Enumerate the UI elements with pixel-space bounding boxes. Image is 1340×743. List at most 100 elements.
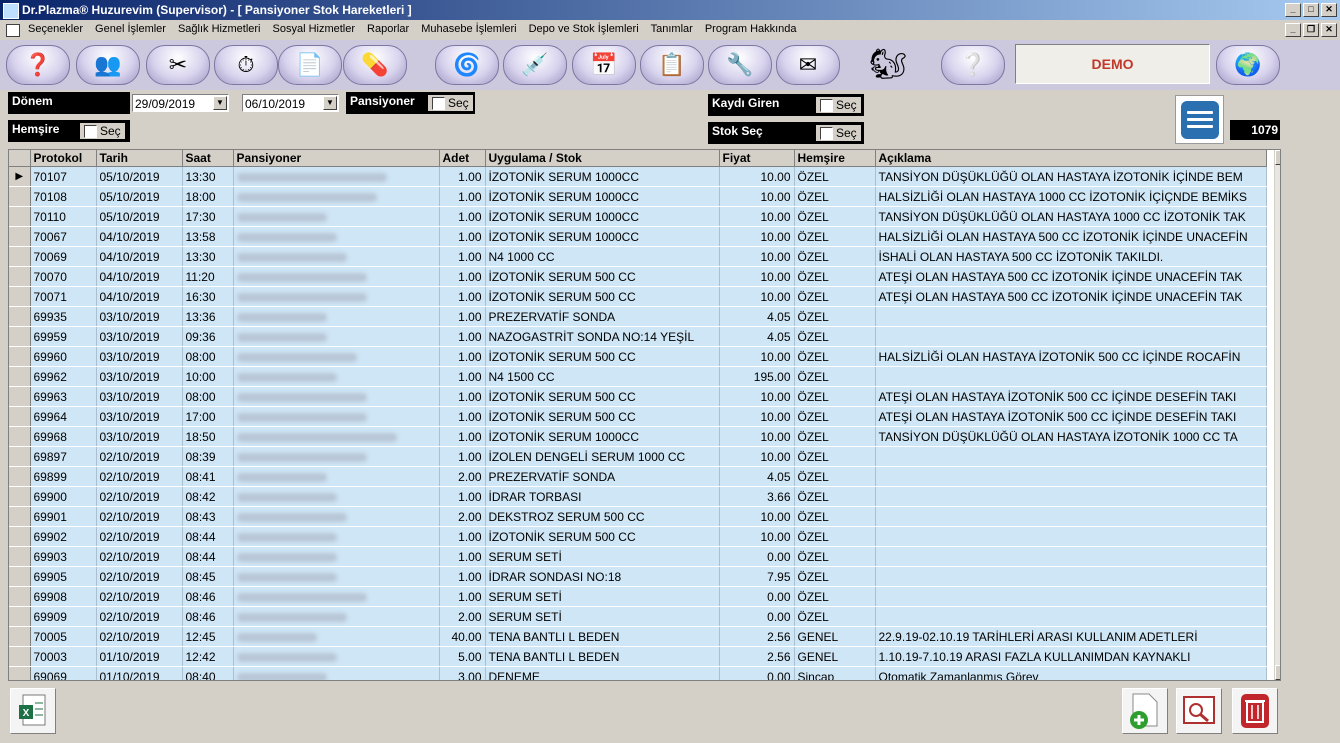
table-row[interactable]: 69909 02/10/2019 08:46 2.00 SERUM SETİ 0.00 ÖZ…: [9, 606, 1267, 627]
cell-adet[interactable]: 1.00: [439, 206, 486, 227]
cell-pansiyoner[interactable]: [233, 646, 440, 667]
header-saat[interactable]: Saat: [182, 150, 234, 167]
pills-icon[interactable]: 💊: [343, 45, 407, 85]
row-indicator[interactable]: [9, 586, 31, 607]
cell-protokol[interactable]: 69960: [30, 346, 97, 367]
cell-tarih[interactable]: 05/10/2019: [96, 186, 183, 207]
cell-hemsire[interactable]: ÖZEL: [794, 386, 876, 407]
cell-pansiyoner[interactable]: [233, 506, 440, 527]
row-indicator[interactable]: [9, 186, 31, 207]
row-indicator[interactable]: [9, 566, 31, 587]
cell-adet[interactable]: 1.00: [439, 266, 486, 287]
cell-adet[interactable]: 1.00: [439, 226, 486, 247]
row-indicator[interactable]: [9, 626, 31, 647]
cell-hemsire[interactable]: ÖZEL: [794, 246, 876, 267]
cell-hemsire[interactable]: ÖZEL: [794, 306, 876, 327]
row-indicator[interactable]: [9, 346, 31, 367]
cell-hemsire[interactable]: ÖZEL: [794, 546, 876, 567]
cell-fiyat[interactable]: 10.00: [719, 426, 795, 447]
cell-protokol[interactable]: 69902: [30, 526, 97, 547]
table-row[interactable]: 70070 04/10/2019 11:20 1.00 İZOTONİK SERUM 5…: [9, 266, 1267, 287]
cell-tarih[interactable]: 04/10/2019: [96, 266, 183, 287]
minimize-button[interactable]: _: [1285, 3, 1301, 17]
cell-uygulama-stok[interactable]: DENEME: [485, 666, 720, 680]
stok-sec-checkbox[interactable]: Seç: [816, 125, 861, 141]
cell-hemsire[interactable]: ÖZEL: [794, 446, 876, 467]
cell-fiyat[interactable]: 10.00: [719, 166, 795, 187]
stopwatch-icon[interactable]: ⏱: [214, 45, 278, 85]
cell-pansiyoner[interactable]: [233, 166, 440, 187]
row-indicator[interactable]: [9, 226, 31, 247]
cell-pansiyoner[interactable]: [233, 206, 440, 227]
header-pansiyoner[interactable]: Pansiyoner: [233, 150, 440, 167]
cell-tarih[interactable]: 03/10/2019: [96, 426, 183, 447]
cell-fiyat[interactable]: 4.05: [719, 466, 795, 487]
cell-aciklama[interactable]: [875, 586, 1267, 607]
preview-button[interactable]: [1176, 688, 1222, 734]
row-indicator[interactable]: [9, 446, 31, 467]
squirrel-mascot-icon[interactable]: 🐿: [862, 44, 914, 86]
cell-uygulama-stok[interactable]: İZOTONİK SERUM 1000CC: [485, 186, 720, 207]
table-row[interactable]: 69905 02/10/2019 08:45 1.00 İDRAR SONDASI NO…: [9, 566, 1267, 587]
checkbox-icon[interactable]: [820, 98, 833, 112]
cell-adet[interactable]: 1.00: [439, 246, 486, 267]
cell-pansiyoner[interactable]: [233, 446, 440, 467]
cell-aciklama[interactable]: ATEŞİ OLAN HASTAYA 500 CC İZOTONİK İÇİND…: [875, 266, 1267, 287]
kaydi-giren-sec-checkbox[interactable]: Seç: [816, 97, 861, 113]
cell-tarih[interactable]: 03/10/2019: [96, 326, 183, 347]
header-aciklama[interactable]: Açıklama: [875, 150, 1267, 167]
cell-protokol[interactable]: 70005: [30, 626, 97, 647]
cell-saat[interactable]: 12:42: [182, 646, 234, 667]
table-row[interactable]: 69964 03/10/2019 17:00 1.00 İZOTONİK SERUM 5…: [9, 406, 1267, 427]
cell-protokol[interactable]: 69899: [30, 466, 97, 487]
cell-saat[interactable]: 09:36: [182, 326, 234, 347]
table-row[interactable]: 70069 04/10/2019 13:30 1.00 N4 1000 CC 10.00 Ö…: [9, 246, 1267, 267]
cell-tarih[interactable]: 03/10/2019: [96, 406, 183, 427]
table-row[interactable]: 69968 03/10/2019 18:50 1.00 İZOTONİK SERUM 1…: [9, 426, 1267, 447]
cell-pansiyoner[interactable]: [233, 586, 440, 607]
header-adet[interactable]: Adet: [439, 150, 486, 167]
row-indicator[interactable]: [9, 666, 31, 680]
cell-adet[interactable]: 1.00: [439, 386, 486, 407]
cell-pansiyoner[interactable]: [233, 246, 440, 267]
row-indicator[interactable]: [9, 546, 31, 567]
cell-aciklama[interactable]: TANSİYON DÜŞÜKLÜĞÜ OLAN HASTAYA İZOTONİK…: [875, 166, 1267, 187]
row-indicator[interactable]: [9, 406, 31, 427]
cell-adet[interactable]: 1.00: [439, 566, 486, 587]
cell-saat[interactable]: 08:39: [182, 446, 234, 467]
cell-saat[interactable]: 18:00: [182, 186, 234, 207]
cell-protokol[interactable]: 70003: [30, 646, 97, 667]
cell-aciklama[interactable]: ATEŞİ OLAN HASTAYA İZOTONİK 500 CC İÇİND…: [875, 406, 1267, 427]
cell-fiyat[interactable]: 10.00: [719, 346, 795, 367]
table-row[interactable]: 69901 02/10/2019 08:43 2.00 DEKSTROZ SERUM 5…: [9, 506, 1267, 527]
cell-pansiyoner[interactable]: [233, 186, 440, 207]
cell-fiyat[interactable]: 10.00: [719, 266, 795, 287]
cell-saat[interactable]: 08:46: [182, 586, 234, 607]
help-note-icon[interactable]: ❔: [941, 45, 1005, 85]
cell-tarih[interactable]: 02/10/2019: [96, 586, 183, 607]
cell-hemsire[interactable]: ÖZEL: [794, 606, 876, 627]
cell-uygulama-stok[interactable]: SERUM SETİ: [485, 546, 720, 567]
cell-saat[interactable]: 12:45: [182, 626, 234, 647]
cell-protokol[interactable]: 69069: [30, 666, 97, 680]
cell-aciklama[interactable]: [875, 546, 1267, 567]
doctors-icon[interactable]: 👥: [76, 45, 140, 85]
cell-uygulama-stok[interactable]: DEKSTROZ SERUM 500 CC: [485, 506, 720, 527]
cell-adet[interactable]: 1.00: [439, 166, 486, 187]
row-indicator[interactable]: [9, 266, 31, 287]
cell-tarih[interactable]: 01/10/2019: [96, 646, 183, 667]
cell-saat[interactable]: 13:30: [182, 246, 234, 267]
cell-fiyat[interactable]: 3.66: [719, 486, 795, 507]
cell-uygulama-stok[interactable]: TENA BANTLI L BEDEN: [485, 646, 720, 667]
cell-tarih[interactable]: 05/10/2019: [96, 166, 183, 187]
cell-protokol[interactable]: 70071: [30, 286, 97, 307]
cell-adet[interactable]: 1.00: [439, 426, 486, 447]
cell-aciklama[interactable]: TANSİYON DÜŞÜKLÜĞÜ OLAN HASTAYA İZOTONİK…: [875, 426, 1267, 447]
cell-tarih[interactable]: 01/10/2019: [96, 666, 183, 680]
cell-saat[interactable]: 17:00: [182, 406, 234, 427]
cell-adet[interactable]: 3.00: [439, 666, 486, 680]
row-indicator[interactable]: [9, 486, 31, 507]
add-record-button[interactable]: [1122, 688, 1168, 734]
cell-uygulama-stok[interactable]: İZOTONİK SERUM 500 CC: [485, 386, 720, 407]
cell-hemsire[interactable]: ÖZEL: [794, 326, 876, 347]
